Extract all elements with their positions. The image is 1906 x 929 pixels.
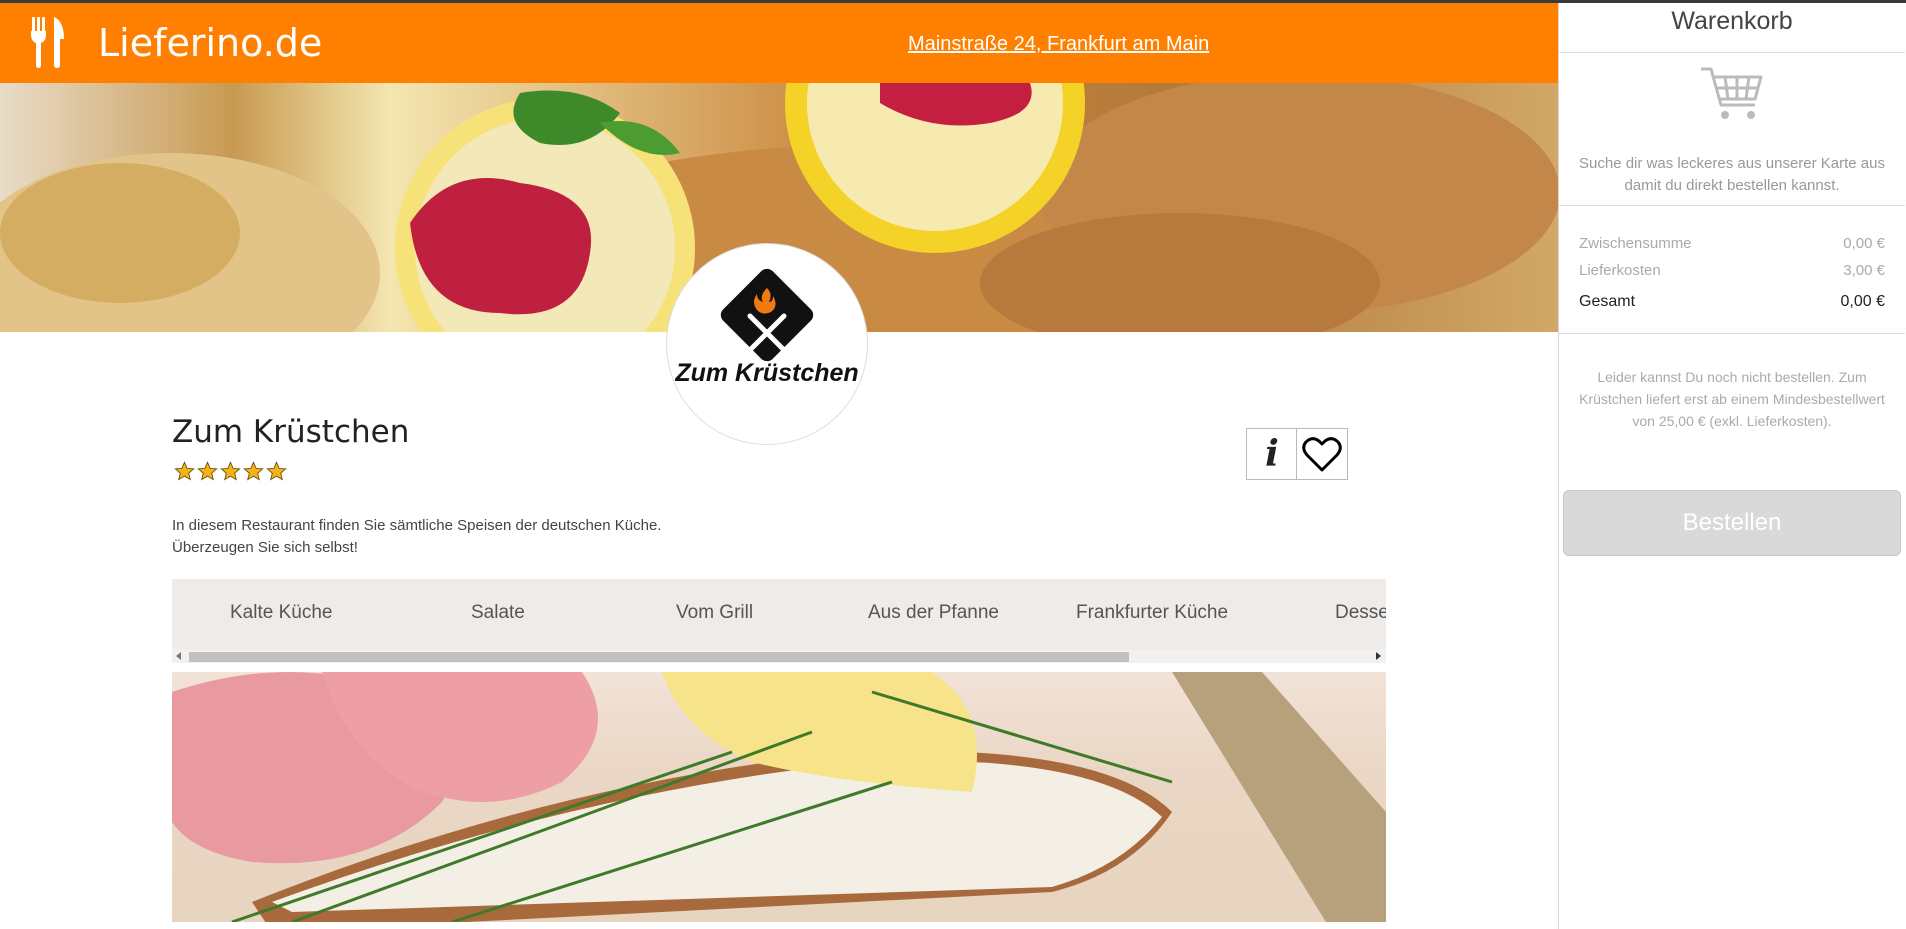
star-icon	[243, 461, 264, 481]
total-label: Gesamt	[1579, 293, 1636, 310]
delivery-cost-value: 3,00 €	[1843, 262, 1885, 279]
restaurant-description: In diesem Restaurant finden Sie sämtlich…	[172, 515, 792, 559]
category-scrollbar[interactable]	[172, 649, 1386, 663]
divider	[1559, 205, 1905, 206]
category-tab-salate[interactable]: Salate	[471, 602, 525, 624]
cart-empty-hint: Suche dir was leckeres aus unserer Karte…	[1579, 155, 1885, 194]
shopping-cart-icon	[1701, 67, 1763, 119]
rating-stars	[174, 460, 287, 484]
info-icon: i	[1265, 433, 1279, 475]
scroll-left-arrow-icon[interactable]	[176, 652, 181, 660]
restaurant-name: Zum Krüstchen	[172, 414, 410, 450]
scrollbar-thumb[interactable]	[189, 652, 1129, 662]
divider	[1559, 333, 1905, 334]
heart-icon	[1302, 437, 1342, 472]
description-line: In diesem Restaurant finden Sie sämtlich…	[172, 517, 662, 534]
category-tab-vom-grill[interactable]: Vom Grill	[676, 602, 753, 624]
cart-title: Warenkorb	[1671, 7, 1793, 35]
divider	[1559, 52, 1905, 53]
scroll-right-arrow-icon[interactable]	[1376, 652, 1381, 660]
restaurant-logo: Zum Krüstchen	[666, 243, 868, 445]
category-tab-kalte-kueche[interactable]: Kalte Küche	[230, 602, 332, 624]
info-button[interactable]: i	[1246, 428, 1298, 480]
category-food-illustration	[172, 672, 1386, 922]
site-logo-text[interactable]: Lieferino.de	[98, 21, 322, 65]
subtotal-value: 0,00 €	[1843, 235, 1885, 252]
minimum-order-warning: Leider kannst Du noch nicht bestellen. Z…	[1579, 369, 1885, 429]
category-tab-frankfurter-kueche[interactable]: Frankfurter Küche	[1076, 602, 1228, 624]
order-button[interactable]: Bestellen	[1563, 490, 1901, 556]
restaurant-logo-name: Zum Krüstchen	[675, 359, 859, 387]
category-tab-desserts[interactable]: Desse	[1335, 602, 1386, 624]
fork-knife-icon[interactable]	[30, 17, 66, 69]
total-value: 0,00 €	[1840, 293, 1885, 310]
category-tab-aus-der-pfanne[interactable]: Aus der Pfanne	[868, 602, 999, 624]
category-nav: Kalte Küche Salate Vom Grill Aus der Pfa…	[172, 579, 1386, 663]
description-line: Überzeugen Sie sich selbst!	[172, 539, 358, 556]
category-image	[172, 672, 1386, 922]
site-header: Lieferino.de Mainstraße 24, Frankfurt am…	[0, 3, 1558, 83]
star-icon	[220, 461, 241, 481]
delivery-cost-label: Lieferkosten	[1579, 262, 1661, 279]
delivery-address-link[interactable]: Mainstraße 24, Frankfurt am Main	[908, 33, 1209, 56]
star-icon	[197, 461, 218, 481]
star-icon	[174, 461, 195, 481]
star-icon	[266, 461, 287, 481]
subtotal-label: Zwischensumme	[1579, 235, 1692, 252]
restaurant-logo-emblem	[720, 268, 814, 362]
cart-sidebar: Warenkorb Suche dir was leckeres aus uns…	[1558, 3, 1906, 929]
favorite-button[interactable]	[1296, 428, 1348, 480]
